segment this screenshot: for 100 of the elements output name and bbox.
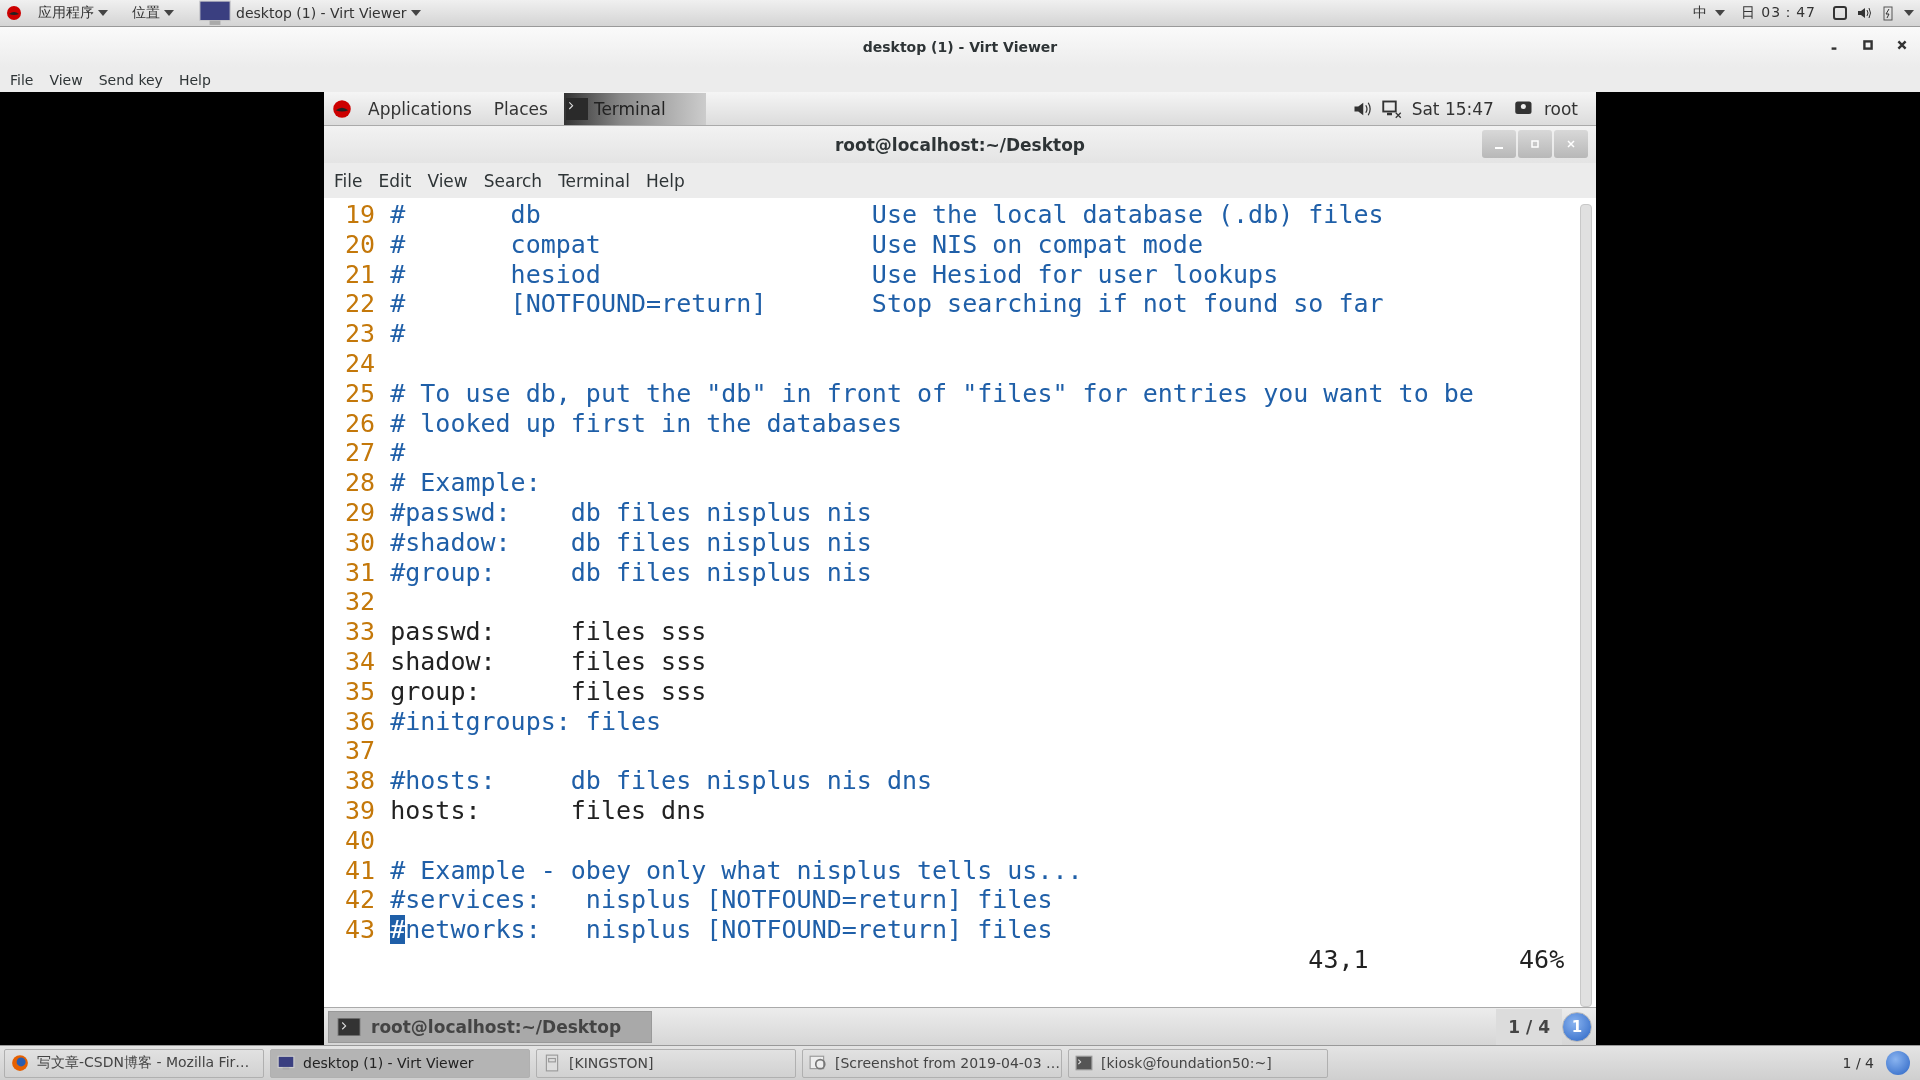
code-line: #hosts: db files nisplus nis dns [390, 766, 933, 796]
line-number: 20 [344, 229, 376, 260]
line-number: 35 [344, 676, 376, 707]
line-number: 30 [344, 527, 376, 558]
menu-item[interactable]: View [41, 71, 91, 88]
clock[interactable]: Sat 15:47 [1411, 98, 1494, 119]
menu-item[interactable]: File [326, 170, 371, 191]
line-number: 19 [344, 200, 376, 230]
menu-item[interactable]: Search [475, 170, 551, 191]
terminal-icon [337, 1017, 361, 1036]
caret-icon [410, 10, 421, 16]
window-title: root@localhost:~/Desktop [834, 134, 1086, 155]
taskbar-item[interactable]: [kiosk@foundation50:~] [1068, 1048, 1328, 1078]
line-number: 21 [344, 259, 376, 290]
window-button[interactable]: root@localhost:~/Desktop [328, 1010, 653, 1043]
caret-icon[interactable] [1904, 10, 1914, 16]
caret-icon [164, 10, 174, 16]
panel-menu[interactable]: 应用程序 [30, 4, 116, 22]
code-line: # Example: [390, 468, 541, 498]
line-number: 39 [344, 795, 376, 826]
code-line: # db Use the local database (.db) files [390, 200, 1384, 230]
close-icon[interactable] [1896, 39, 1908, 51]
code-line: hosts: files dns [390, 795, 707, 826]
minimize-icon [1495, 147, 1503, 149]
scroll-percent: 46% [1519, 944, 1565, 975]
code-line: # To use db, put the "db" in front of "files" for entries you want to be [390, 378, 1474, 409]
line-number: 27 [344, 438, 376, 469]
line-number: 24 [344, 349, 376, 379]
line-number: 42 [344, 885, 376, 916]
taskbar-item[interactable]: 写文章-CSDN博客 - Mozilla Fir… [4, 1048, 264, 1078]
line-number: 43 [344, 915, 376, 945]
code-line: passwd: files sss [390, 617, 707, 647]
code-line: # [NOTFOUND=return] Stop searching if not found so far [390, 289, 1384, 320]
code-line: #networks: nisplus [NOTFOUND=return] files [390, 915, 1053, 945]
code-line: #initgroups: files [390, 706, 662, 737]
code-line: group: files sss [390, 676, 707, 707]
taskbar-item[interactable]: [KINGSTON] [536, 1048, 796, 1078]
globe-icon [11, 1054, 29, 1072]
code-line: # looked up first in the databases [390, 408, 902, 439]
code-line: shadow: files sss [390, 646, 707, 677]
menu-item[interactable]: Terminal [550, 170, 638, 191]
caret-icon [98, 10, 108, 16]
hat-icon [332, 98, 352, 119]
panel-menu[interactable]: 位置 [124, 4, 182, 22]
drive-icon [543, 1054, 561, 1072]
line-number: 36 [344, 706, 376, 737]
line-number: 22 [344, 289, 376, 320]
taskbar-item[interactable]: [Screenshot from 2019-04-03 … [802, 1048, 1062, 1078]
workspace-switcher[interactable]: 1 / 4 [1842, 1055, 1874, 1071]
line-number: 31 [344, 557, 376, 588]
network-icon[interactable] [1381, 98, 1402, 119]
applications-menu[interactable]: Applications [362, 98, 478, 119]
menu-item[interactable]: Help [170, 71, 219, 88]
line-number: 28 [344, 468, 376, 498]
taskbar-item[interactable]: desktop (1) - Virt Viewer [270, 1048, 530, 1078]
code-line: #services: nisplus [NOTFOUND=return] files [390, 885, 1053, 916]
code-line: # hesiod Use Hesiod for user lookups [390, 259, 1279, 290]
line-number: 40 [344, 825, 376, 856]
volume-icon[interactable] [1856, 5, 1872, 21]
menu-item[interactable]: View [419, 170, 476, 191]
line-number: 33 [344, 617, 376, 647]
maximize-icon[interactable] [1862, 39, 1874, 51]
clock[interactable]: 日 03：47 [1740, 4, 1816, 22]
code-line: #group: db files nisplus nis [390, 557, 872, 588]
line-number: 38 [344, 766, 376, 796]
window-title: desktop (1) - Virt Viewer [862, 39, 1058, 55]
line-number: 41 [344, 855, 376, 886]
line-number: 23 [344, 319, 376, 349]
app-menu[interactable]: Terminal [563, 92, 706, 125]
menu-item[interactable]: Edit [370, 170, 420, 191]
monitor-icon [198, 0, 232, 26]
battery-icon[interactable] [1880, 5, 1896, 21]
display-icon[interactable] [1832, 5, 1848, 21]
workspace-switcher[interactable]: 1 / 4 [1496, 1008, 1562, 1045]
magnifier-icon [809, 1054, 827, 1072]
menu-item[interactable]: File [2, 71, 42, 88]
window-menu[interactable]: desktop (1) - Virt Viewer [190, 0, 429, 26]
cursor-position: 43,1 [1308, 944, 1370, 975]
input-method[interactable]: 中 [1692, 4, 1707, 22]
code-line: # Example - obey only what nisplus tells us... [390, 855, 1083, 886]
code-line: # compat Use NIS on compat mode [390, 229, 1203, 260]
terminal-icon [1075, 1054, 1093, 1072]
user-name[interactable]: root [1543, 98, 1578, 119]
line-number: 32 [344, 587, 376, 618]
menu-item[interactable]: Help [637, 170, 693, 191]
code-line: # [390, 319, 406, 349]
line-number: 34 [344, 646, 376, 677]
line-number: 26 [344, 408, 376, 439]
menu-item[interactable]: Send key [90, 71, 171, 88]
line-number: 25 [344, 378, 376, 409]
scrollbar[interactable] [1580, 204, 1592, 1007]
close-icon [1566, 139, 1576, 149]
places-menu[interactable]: Places [487, 98, 554, 119]
maximize-icon [1530, 139, 1540, 149]
hat-icon [6, 5, 22, 21]
caret-icon[interactable] [1714, 10, 1725, 16]
monitor-icon [277, 1054, 295, 1072]
workspace-icon[interactable] [1886, 1051, 1910, 1075]
code-line: #shadow: db files nisplus nis [390, 527, 872, 558]
line-number: 29 [344, 497, 376, 528]
